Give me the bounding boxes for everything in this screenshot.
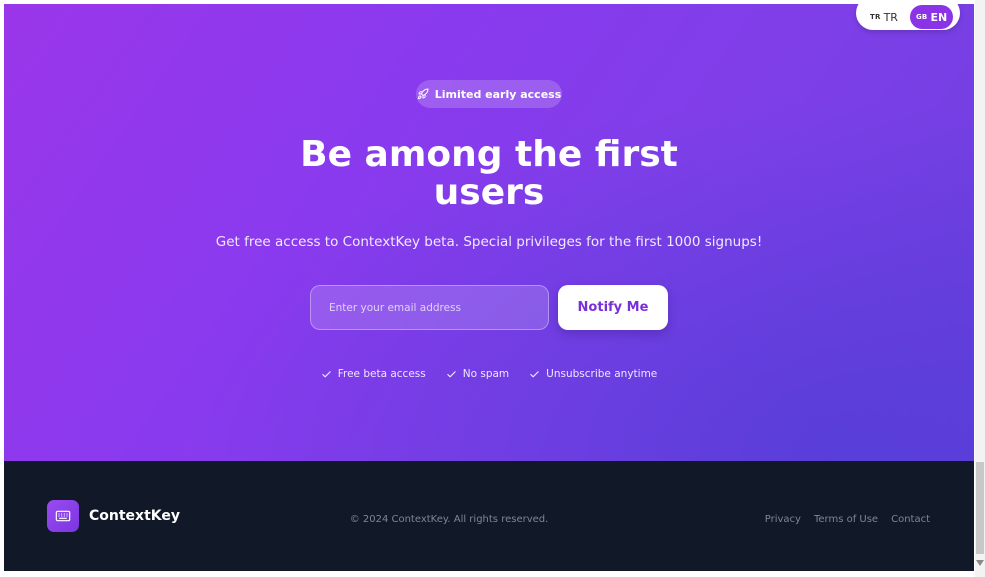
feature-label: Free beta access [337, 368, 426, 380]
brand-name: ContextKey [89, 508, 180, 524]
flag-tr-icon: TR [870, 13, 881, 21]
hero-subtitle: Get free access to ContextKey beta. Spec… [215, 234, 763, 250]
copyright-text: © 2024 ContextKey. All rights reserved. [349, 514, 549, 525]
language-switch: TR TR GB EN [856, 4, 960, 30]
lang-label-en: EN [930, 10, 948, 24]
hero-section: TR TR GB EN Limited early access Be amon… [4, 4, 974, 461]
check-icon [530, 370, 539, 377]
feature-item: Unsubscribe anytime [529, 368, 657, 380]
feature-list: Free beta access No spam Unsubscribe any… [4, 368, 974, 380]
scroll-down-arrow-icon[interactable] [976, 560, 984, 566]
lang-label-tr: TR [883, 10, 898, 24]
badge-label: Limited early access [434, 87, 562, 101]
page: TR TR GB EN Limited early access Be amon… [4, 4, 974, 571]
contact-link[interactable]: Contact [891, 514, 930, 525]
check-icon [446, 370, 456, 377]
privacy-link[interactable]: Privacy [765, 514, 801, 525]
footer: ContextKey © 2024 ContextKey. All rights… [4, 461, 974, 571]
footer-links: Privacy Terms of Use Contact [765, 514, 930, 525]
rocket-icon [417, 88, 429, 100]
brand-logo-badge [47, 500, 79, 532]
check-icon [321, 370, 331, 377]
early-access-badge: Limited early access [416, 80, 562, 108]
feature-label: No spam [462, 368, 510, 380]
footer-logo[interactable]: ContextKey [47, 500, 180, 532]
feature-item: Free beta access [321, 368, 426, 380]
page-title: Be among the first users [300, 134, 678, 213]
keyboard-icon [55, 510, 71, 522]
feature-item: No spam [446, 368, 509, 380]
notify-me-button[interactable]: Notify Me [558, 285, 668, 330]
flag-gb-icon: GB [915, 13, 928, 21]
scrollbar-thumb[interactable] [976, 462, 984, 554]
email-input[interactable] [310, 285, 549, 330]
scrollbar[interactable] [975, 0, 985, 577]
terms-link[interactable]: Terms of Use [814, 514, 878, 525]
feature-label: Unsubscribe anytime [546, 368, 658, 380]
lang-option-tr[interactable]: TR TR [864, 5, 904, 29]
lang-option-en[interactable]: GB EN [909, 5, 954, 29]
